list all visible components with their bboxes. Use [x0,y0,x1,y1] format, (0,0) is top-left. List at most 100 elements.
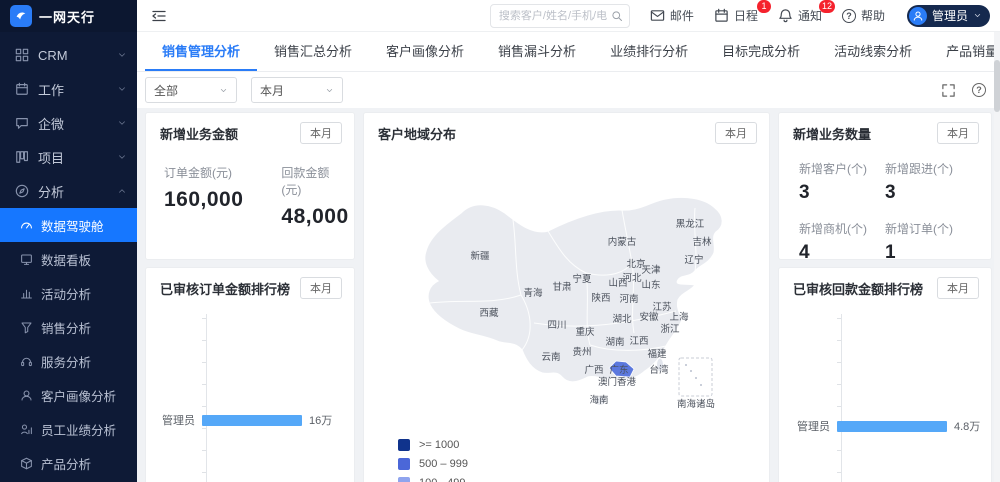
sidebar-item-activity-analysis[interactable]: 活动分析 [0,276,137,310]
tab-product-sales-analysis[interactable]: 产品销量分析 [929,32,1000,71]
calendar-icon [714,8,729,23]
schedule-button[interactable]: 日程 1 [714,7,758,24]
map-province-label: 吉林 [692,234,711,248]
legend-label: 100 - 499 [419,477,465,482]
funnel-icon [20,321,33,334]
sidebar-item-data-cockpit[interactable]: 数据驾驶舱 [0,208,137,242]
search-icon [611,10,623,22]
sidebar-item-analysis[interactable]: 分析 [0,174,137,208]
map-province-label: 北京 [626,256,645,270]
stat-new-customers: 新增客户(个) 3 [799,160,885,204]
map-province-label: 黑龙江 [676,216,705,230]
help-button[interactable]: ? 帮助 [842,7,885,24]
kanban-columns-icon [15,150,29,164]
scrollbar-thumb[interactable] [994,60,1000,112]
chart-y-axis [841,314,842,482]
sidebar-item-data-board[interactable]: 数据看板 [0,242,137,276]
map-province-label: 陕西 [591,290,610,304]
map-province-label: 浙江 [660,321,679,335]
global-search[interactable] [490,4,630,28]
map-province-label: 西藏 [479,305,498,319]
org-filter-value: 全部 [154,82,178,99]
sidebar-item-service-analysis[interactable]: 服务分析 [0,344,137,378]
payment-amount-ranking-card: 已审核回款金额排行榜 本月 管理员 4.8万 [778,267,992,482]
stat-value: 160,000 [164,188,243,212]
sidebar-item-customer-profile-analysis[interactable]: 客户画像分析 [0,378,137,412]
map-province-label: 广西 [584,362,603,376]
sidebar-item-work[interactable]: 工作 [0,72,137,106]
sidebar-item-employee-performance-analysis[interactable]: 员工业绩分析 [0,412,137,446]
period-badge-button[interactable]: 本月 [937,122,979,144]
period-filter-select[interactable]: 本月 [251,77,343,103]
province-labels: 黑龙江吉林辽宁内蒙古北京天津河北山西山东宁夏甘肃青海新疆西藏陕西河南江苏安徽上海… [364,113,769,482]
card-title: 客户地域分布 [378,124,456,143]
legend-swatch [398,477,410,482]
help-circle-icon[interactable]: ? [972,83,986,97]
chevron-down-icon [117,50,127,60]
map-province-label: 安徽 [639,309,658,323]
stat-label: 订单金额(元) [164,164,243,181]
period-badge-button[interactable]: 本月 [937,277,979,299]
tab-activity-leads-analysis[interactable]: 活动线索分析 [817,32,929,71]
user-chart-icon [20,423,33,436]
map-province-label: 宁夏 [572,271,591,285]
help-icon: ? [842,9,856,23]
map-province-label: 台湾 [649,362,668,376]
menu-fold-icon[interactable] [151,8,167,24]
map-province-label: 湖北 [612,311,631,325]
bar-value-label: 4.8万 [954,418,980,434]
new-business-amount-card: 新增业务金额 本月 订单金额(元) 160,000 回款金额(元) 48,000 [145,112,355,260]
tab-target-completion-analysis[interactable]: 目标完成分析 [705,32,817,71]
chevron-up-icon [117,186,127,196]
tab-performance-ranking-analysis[interactable]: 业绩排行分析 [593,32,705,71]
stat-label: 新增商机(个) [799,220,885,237]
map-province-label: 辽宁 [684,252,703,266]
sidebar-item-sales-analysis[interactable]: 销售分析 [0,310,137,344]
stat-label: 新增客户(个) [799,160,885,177]
sidebar-item-label: 服务分析 [41,352,91,371]
stat-value: 3 [885,182,971,204]
sidebar: 一网天行 CRM 工作 企微 项目 分析 数据驾驶 [0,0,137,482]
org-filter-select[interactable]: 全部 [145,77,237,103]
stat-value: 3 [799,182,885,204]
tab-sales-funnel-analysis[interactable]: 销售漏斗分析 [481,32,593,71]
map-province-label: 河北 [622,270,641,284]
tab-customer-profile-analysis[interactable]: 客户画像分析 [369,32,481,71]
analysis-tabs: 销售管理分析 销售汇总分析 客户画像分析 销售漏斗分析 业绩排行分析 目标完成分… [137,32,1000,72]
chevron-down-icon [117,118,127,128]
period-filter-value: 本月 [260,82,284,99]
notice-button[interactable]: 通知 12 [778,7,822,24]
legend-label: 500 – 999 [419,458,468,470]
tab-sales-management-analysis[interactable]: 销售管理分析 [145,32,257,71]
chevron-down-icon [325,86,334,95]
sidebar-item-product-analysis[interactable]: 产品分析 [0,446,137,480]
period-badge-button[interactable]: 本月 [715,122,757,144]
sidebar-item-crm[interactable]: CRM [0,38,137,72]
user-menu[interactable]: 管理员 [907,5,990,27]
tab-sales-summary-analysis[interactable]: 销售汇总分析 [257,32,369,71]
card-title: 新增业务金额 [160,124,238,143]
sidebar-item-wecom[interactable]: 企微 [0,106,137,140]
map-province-label: 福建 [647,346,666,360]
map-province-label: 上海 [669,309,688,323]
cube-icon [20,457,33,470]
sidebar-item-label: 工作 [38,80,64,99]
map-province-label: 海南 [589,392,608,406]
chevron-down-icon [219,86,228,95]
stat-value: 1 [885,242,971,264]
sidebar-item-label: 销售分析 [41,318,91,337]
search-input[interactable] [499,10,607,22]
brand-logo[interactable]: 一网天行 [0,0,137,32]
period-badge-button[interactable]: 本月 [300,277,342,299]
period-badge-button[interactable]: 本月 [300,122,342,144]
sidebar-item-project[interactable]: 项目 [0,140,137,174]
fullscreen-icon[interactable] [941,83,956,98]
legend-swatch [398,439,410,451]
headset-icon [20,355,33,368]
map-province-label: 天津 [641,262,660,276]
brand-name: 一网天行 [39,7,95,26]
mail-button[interactable]: 邮件 [650,7,694,24]
stat-label: 回款金额(元) [281,164,348,198]
legend-row: 100 - 499 [398,477,468,482]
new-business-count-card: 新增业务数量 本月 新增客户(个) 3 新增跟进(个) 3 新增商机(个) 4 … [778,112,992,260]
